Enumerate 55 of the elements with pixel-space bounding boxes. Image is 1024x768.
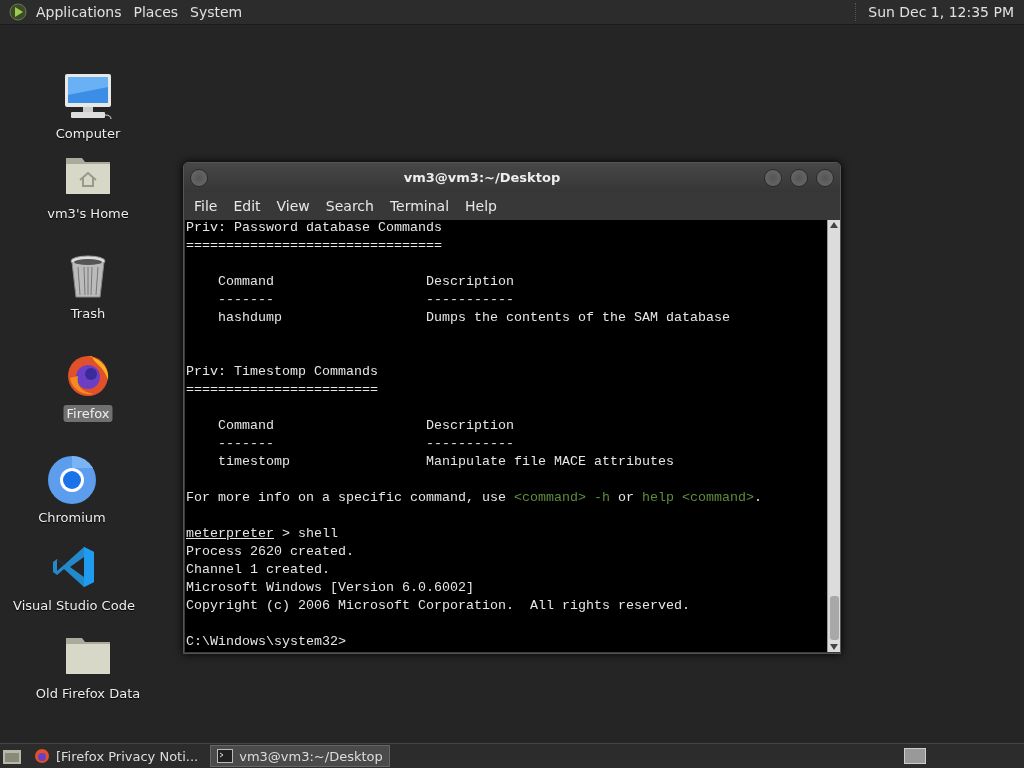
menu-item[interactable]: Edit bbox=[225, 198, 269, 214]
terminal-line: Command Description bbox=[217, 274, 515, 291]
scrollbar[interactable] bbox=[827, 220, 840, 652]
scroll-down-icon[interactable] bbox=[830, 644, 838, 650]
menu-item[interactable]: Search bbox=[317, 198, 382, 214]
panel-menu[interactable]: System bbox=[184, 2, 249, 22]
terminal-line: Channel 1 created. bbox=[186, 562, 331, 579]
app-menu-icon[interactable] bbox=[8, 2, 28, 22]
show-desktop-icon[interactable] bbox=[2, 747, 22, 765]
computer-icon[interactable] bbox=[63, 73, 113, 121]
icon-label[interactable]: Trash bbox=[67, 305, 109, 322]
icon-label[interactable]: Computer bbox=[52, 125, 124, 142]
terminal-line: meterpreter > shell bbox=[186, 526, 339, 543]
workspace-switcher[interactable] bbox=[904, 748, 926, 764]
scroll-up-icon[interactable] bbox=[830, 222, 838, 228]
icon-label[interactable]: Firefox bbox=[63, 405, 113, 422]
icon-label[interactable]: vm3's Home bbox=[44, 205, 132, 222]
taskbar-button[interactable]: vm3@vm3:~/Desktop bbox=[210, 745, 390, 767]
terminal-line: Priv: Timestomp Commands bbox=[186, 364, 379, 381]
terminal-line: Process 2620 created. bbox=[186, 544, 355, 561]
terminal-line: ======================== bbox=[186, 382, 379, 399]
menu-item[interactable]: File bbox=[186, 198, 226, 214]
home-folder-icon[interactable] bbox=[65, 155, 111, 195]
folder-icon[interactable] bbox=[65, 635, 111, 675]
panel-menu[interactable]: Applications bbox=[30, 2, 128, 22]
terminal-icon bbox=[217, 749, 234, 763]
terminal-line: Priv: Password database Commands bbox=[186, 220, 443, 237]
terminal-line: ------- ----------- bbox=[217, 436, 515, 453]
menu-item[interactable]: View bbox=[268, 198, 318, 214]
window-title: vm3@vm3:~/Desktop bbox=[402, 170, 562, 185]
terminal-line: Command Description bbox=[217, 418, 515, 435]
maximize-button[interactable] bbox=[790, 168, 808, 187]
clock[interactable]: Sun Dec 1, 12:35 PM bbox=[864, 4, 1018, 20]
terminal-line: C:\Windows\system32> bbox=[186, 634, 347, 651]
menu-item[interactable]: Help bbox=[457, 198, 505, 214]
terminal-line: Microsoft Windows [Version 6.0.6002] bbox=[186, 580, 475, 597]
terminal-line: For more info on a specific command, use <command> -h or help <command>. bbox=[186, 490, 763, 507]
close-button[interactable] bbox=[816, 168, 834, 187]
terminal-line: ================================ bbox=[186, 238, 443, 255]
icon-label[interactable]: Chromium bbox=[35, 509, 109, 526]
trash-icon[interactable] bbox=[69, 255, 107, 299]
terminal-line: Copyright (c) 2006 Microsoft Corporation. All rights reserved. bbox=[186, 598, 691, 615]
scrollbar-thumb[interactable] bbox=[829, 596, 839, 640]
window-menu-button[interactable] bbox=[190, 168, 208, 187]
icon-label[interactable]: Old Firefox Data bbox=[32, 685, 144, 702]
code-editor-icon[interactable] bbox=[52, 545, 96, 589]
minimize-button[interactable] bbox=[764, 168, 782, 187]
round-browser-icon[interactable] bbox=[47, 455, 97, 505]
terminal-line: timestomp Manipulate file MACE attributes bbox=[217, 454, 675, 471]
terminal-line: hashdump Dumps the contents of the SAM database bbox=[217, 310, 731, 327]
panel-menu[interactable]: Places bbox=[127, 2, 185, 22]
fox-globe-icon bbox=[34, 748, 50, 764]
menu-item[interactable]: Terminal bbox=[381, 198, 458, 214]
terminal-line: ------- ----------- bbox=[217, 292, 515, 309]
icon-label[interactable]: Visual Studio Code bbox=[10, 597, 138, 614]
